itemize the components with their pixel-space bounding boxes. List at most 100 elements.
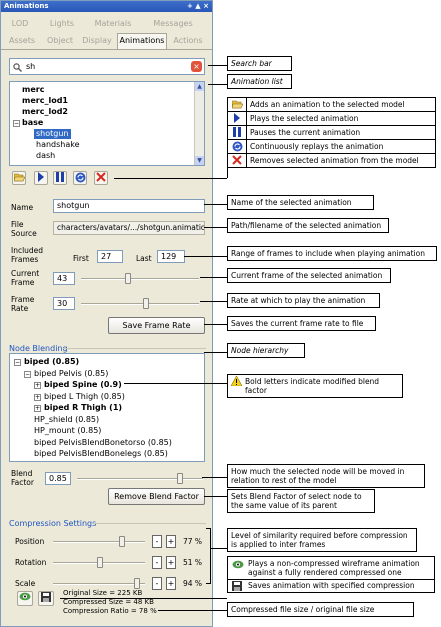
increase-button[interactable]: + xyxy=(166,577,176,590)
list-item-label: shotgun xyxy=(36,129,69,138)
increase-button[interactable]: + xyxy=(166,535,176,548)
node-item[interactable]: HP_shield (0.85) xyxy=(34,415,99,425)
pause-button[interactable] xyxy=(53,171,67,185)
compression-row-label: Position xyxy=(15,537,45,546)
callout-bracket-compression xyxy=(206,528,211,584)
tab-animations[interactable]: Animations xyxy=(117,33,167,50)
callout-line-range xyxy=(184,256,227,257)
folder-open-icon xyxy=(231,99,243,110)
name-field[interactable]: shotgun xyxy=(53,199,205,213)
last-frame-field[interactable]: 129 xyxy=(157,250,185,263)
callout-bold-text: Bold letters indicate modified blend fac… xyxy=(245,377,380,395)
node-blending-divider xyxy=(63,348,206,349)
node-item[interactable]: biped PelvisBlendBonetorso (0.85) xyxy=(34,438,172,448)
eye-icon xyxy=(19,592,31,604)
list-item-label: dash xyxy=(36,151,56,160)
animations-panel: Animations + ▲ × LOD Lights Materials Mes… xyxy=(0,0,213,627)
window-controls[interactable]: + ▲ × xyxy=(187,1,209,12)
callout-line-rate xyxy=(200,301,227,302)
frame-rate-field[interactable]: 30 xyxy=(53,297,75,310)
node-item[interactable]: biped Pelvis (0.85) xyxy=(34,369,108,379)
list-item-label: merc_lod1 xyxy=(22,96,68,105)
add-animation-button[interactable] xyxy=(12,171,26,185)
current-frame-slider[interactable] xyxy=(81,273,199,284)
node-item[interactable]: biped L Thigh (0.85) xyxy=(44,392,125,402)
tab-messages[interactable]: Messages xyxy=(149,17,197,31)
blend-factor-field[interactable]: 0.85 xyxy=(45,472,71,485)
tab-materials[interactable]: Materials xyxy=(89,17,137,31)
remove-animation-button[interactable] xyxy=(94,171,108,185)
collapse-icon[interactable]: − xyxy=(13,120,20,127)
blend-factor-thumb[interactable] xyxy=(177,473,184,484)
list-item[interactable]: handshake xyxy=(36,140,80,150)
loop-button[interactable] xyxy=(73,171,87,185)
list-scrollbar[interactable]: ▲ ▼ xyxy=(194,82,204,165)
tab-assets[interactable]: Assets xyxy=(5,34,39,48)
compression-slider[interactable] xyxy=(53,536,145,547)
legend-row: Continuously replays the animation xyxy=(227,140,436,154)
loop-icon xyxy=(75,172,86,186)
window-titlebar[interactable]: Animations + ▲ × xyxy=(1,1,212,12)
blend-factor-slider[interactable] xyxy=(77,473,203,484)
expand-icon[interactable]: + xyxy=(34,405,41,412)
save-compression-button[interactable] xyxy=(38,591,54,606)
frame-rate-label: Frame Rate xyxy=(11,295,35,313)
tab-display[interactable]: Display xyxy=(79,34,115,48)
scroll-up-icon[interactable]: ▲ xyxy=(195,82,204,91)
frame-rate-thumb[interactable] xyxy=(142,298,149,309)
node-item[interactable]: biped (0.85) xyxy=(24,357,79,367)
increase-button[interactable]: + xyxy=(166,556,176,569)
list-item[interactable]: base xyxy=(22,118,43,128)
compression-row-label: Rotation xyxy=(15,558,47,567)
legend-text: Plays the selected animation xyxy=(250,114,359,123)
node-blending-title: Node Blending xyxy=(9,344,68,353)
compression-slider-thumb[interactable] xyxy=(96,557,103,568)
compression-slider[interactable] xyxy=(53,557,145,568)
tab-object[interactable]: Object xyxy=(43,34,77,48)
wireframe-compare-button[interactable] xyxy=(17,591,33,606)
decrease-button[interactable]: - xyxy=(152,535,162,548)
node-item[interactable]: biped R Thigh (1) xyxy=(44,403,122,413)
node-hierarchy-tree[interactable]: − biped (0.85) − biped Pelvis (0.85) + biped … xyxy=(9,353,205,462)
animation-list[interactable]: merc merc_lod1 merc_lod2 base − shotgun handsh… xyxy=(9,81,205,166)
collapse-icon[interactable]: − xyxy=(14,359,21,366)
callout-line-file xyxy=(204,227,227,228)
list-item[interactable]: merc_lod1 xyxy=(22,96,68,106)
play-button[interactable] xyxy=(34,171,48,185)
legend-separator xyxy=(246,98,247,111)
callout-search: Search bar xyxy=(227,56,292,71)
list-item[interactable]: merc_lod2 xyxy=(22,107,68,117)
expand-icon[interactable]: + xyxy=(34,393,41,401)
compression-slider-thumb[interactable] xyxy=(133,578,140,589)
list-item[interactable]: dash xyxy=(36,151,55,161)
save-frame-rate-button[interactable]: Save Frame Rate xyxy=(108,317,205,334)
legend-row: Adds an animation to the selected model xyxy=(227,98,436,112)
decrease-button[interactable]: - xyxy=(152,577,162,590)
node-item[interactable]: biped Spine (0.9) xyxy=(44,380,122,390)
list-item[interactable]: merc xyxy=(22,85,44,95)
tab-actions[interactable]: Actions xyxy=(171,34,205,48)
callout-line-name xyxy=(204,204,227,205)
callout-current: Current frame of the selected animation xyxy=(227,268,391,283)
clear-search-icon[interactable]: × xyxy=(191,61,202,72)
first-frame-field[interactable]: 27 xyxy=(97,250,123,263)
frame-rate-slider[interactable] xyxy=(81,298,199,309)
list-item[interactable]: shotgun xyxy=(34,129,71,139)
search-input[interactable]: sh × xyxy=(9,58,205,75)
collapse-icon[interactable]: − xyxy=(24,370,31,378)
node-item[interactable]: HP_mount (0.85) xyxy=(34,426,101,436)
compression-slider[interactable] xyxy=(53,578,145,589)
scroll-down-icon[interactable]: ▼ xyxy=(195,156,204,165)
callout-line-bold xyxy=(124,383,227,384)
tab-lod[interactable]: LOD xyxy=(7,17,33,31)
expand-icon[interactable]: + xyxy=(34,382,41,389)
callout-line-search xyxy=(208,65,227,66)
legend-row: Pauses the current animation xyxy=(227,126,436,140)
tab-lights[interactable]: Lights xyxy=(45,17,79,31)
decrease-button[interactable]: - xyxy=(152,556,162,569)
compression-slider-thumb[interactable] xyxy=(119,536,126,547)
node-item[interactable]: biped PelvisBlendBonelegs (0.85) xyxy=(34,449,168,459)
current-frame-field[interactable]: 43 xyxy=(53,272,75,285)
current-frame-thumb[interactable] xyxy=(125,273,131,284)
remove-blend-factor-button[interactable]: Remove Blend Factor xyxy=(108,488,205,505)
